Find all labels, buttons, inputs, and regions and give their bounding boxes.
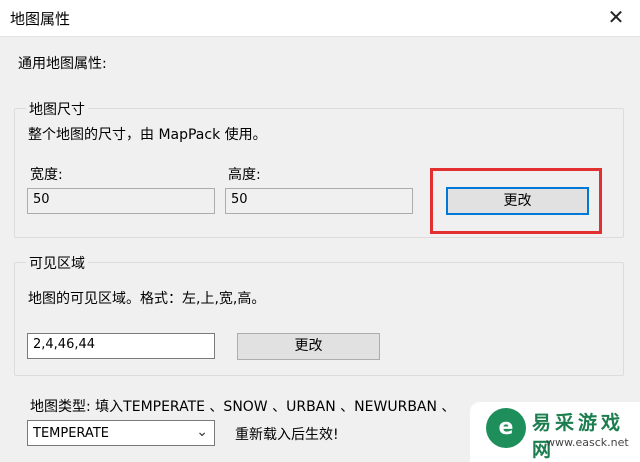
- window-title: 地图属性: [10, 10, 71, 28]
- map-type-select[interactable]: TEMPERATE ⌄: [27, 420, 215, 446]
- site-watermark: e 易采游戏网 www.easck.net: [470, 402, 640, 462]
- title-bar: 地图属性 ✕: [0, 0, 640, 37]
- site-logo-icon: e: [486, 408, 526, 448]
- reload-note: 重新载入后生效!: [235, 427, 339, 443]
- height-label: 高度:: [228, 167, 261, 183]
- map-size-description: 整个地图的尺寸，由 MapPack 使用。: [28, 127, 267, 143]
- map-size-legend: 地图尺寸: [26, 99, 88, 119]
- map-type-label: 地图类型: 填入TEMPERATE 、SNOW 、URBAN 、NEWURBAN…: [30, 399, 456, 415]
- general-properties-label: 通用地图属性:: [18, 56, 107, 72]
- map-type-selected: TEMPERATE: [33, 426, 109, 441]
- change-visible-area-button[interactable]: 更改: [237, 333, 380, 360]
- height-field[interactable]: 50: [225, 188, 413, 214]
- chevron-down-icon[interactable]: ⌄: [196, 424, 208, 440]
- visible-area-legend: 可见区域: [26, 253, 88, 273]
- close-icon[interactable]: ✕: [604, 5, 628, 29]
- site-name: 易采游戏网: [532, 412, 625, 461]
- width-label: 宽度:: [30, 167, 63, 183]
- visible-area-field[interactable]: 2,4,46,44: [27, 333, 215, 359]
- width-field[interactable]: 50: [27, 188, 215, 214]
- visible-area-description: 地图的可见区域。格式：左,上,宽,高。: [28, 291, 266, 307]
- site-url: www.easck.net: [546, 436, 629, 449]
- change-size-button[interactable]: 更改: [446, 187, 589, 215]
